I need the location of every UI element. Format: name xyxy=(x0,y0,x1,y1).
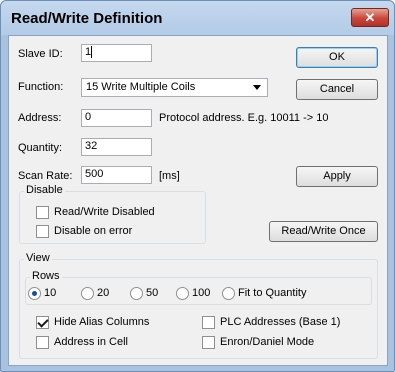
enron-daniel-mode-label[interactable]: Enron/Daniel Mode xyxy=(220,336,314,348)
close-icon: ✕ xyxy=(364,10,376,25)
chevron-down-icon xyxy=(253,85,261,90)
cancel-button[interactable]: Cancel xyxy=(296,79,378,100)
dialog-window: Read/Write Definition ✕ Slave ID: 1 OK F… xyxy=(0,0,395,372)
quantity-input[interactable]: 32 xyxy=(81,138,152,156)
disable-group-title: Disable xyxy=(24,184,65,196)
view-group-title: View xyxy=(24,252,52,264)
function-value: 15 Write Multiple Coils xyxy=(86,81,196,93)
view-group: View Rows 10 20 50 100 Fit to Quantity H… xyxy=(19,252,378,359)
scan-rate-unit: [ms] xyxy=(159,170,180,182)
read-write-disabled-checkbox[interactable] xyxy=(36,206,49,219)
disable-on-error-label[interactable]: Disable on error xyxy=(54,225,132,237)
read-write-once-button[interactable]: Read/Write Once xyxy=(269,221,378,242)
dialog-title: Read/Write Definition xyxy=(11,10,163,27)
disable-group: Disable Read/Write Disabled Disable on e… xyxy=(19,184,206,244)
ok-button[interactable]: OK xyxy=(296,47,378,68)
rows-group-title: Rows xyxy=(30,270,62,282)
scan-rate-label: Scan Rate: xyxy=(18,170,73,182)
rows-100-radio[interactable] xyxy=(176,287,189,300)
dialog-body: Slave ID: 1 OK Function: 15 Write Multip… xyxy=(8,35,388,366)
rows-100-label[interactable]: 100 xyxy=(192,287,210,299)
rows-20-radio[interactable] xyxy=(81,287,94,300)
close-button[interactable]: ✕ xyxy=(351,8,389,27)
disable-on-error-checkbox[interactable] xyxy=(36,225,49,238)
quantity-label: Quantity: xyxy=(18,142,63,154)
function-label: Function: xyxy=(18,81,64,93)
rows-50-radio[interactable] xyxy=(130,287,143,300)
address-in-cell-checkbox[interactable] xyxy=(36,336,49,349)
address-label: Address: xyxy=(18,112,62,124)
rows-20-label[interactable]: 20 xyxy=(97,287,109,299)
enron-daniel-mode-checkbox[interactable] xyxy=(202,336,215,349)
hide-alias-columns-label[interactable]: Hide Alias Columns xyxy=(54,316,149,328)
function-select[interactable]: 15 Write Multiple Coils xyxy=(81,78,268,97)
rows-fit-to-quantity-radio[interactable] xyxy=(222,287,235,300)
read-write-disabled-label[interactable]: Read/Write Disabled xyxy=(54,206,155,218)
rows-10-radio[interactable] xyxy=(28,287,41,300)
title-bar[interactable]: Read/Write Definition ✕ xyxy=(1,1,394,35)
address-input[interactable]: 0 xyxy=(81,109,152,127)
hide-alias-columns-checkbox[interactable] xyxy=(36,316,49,329)
scan-rate-input[interactable]: 500 xyxy=(81,166,152,184)
slave-id-input[interactable]: 1 xyxy=(81,44,152,62)
address-hint: Protocol address. E.g. 10011 -> 10 xyxy=(159,112,329,124)
rows-50-label[interactable]: 50 xyxy=(146,287,158,299)
plc-addresses-label[interactable]: PLC Addresses (Base 1) xyxy=(220,316,340,328)
rows-fit-to-quantity-label[interactable]: Fit to Quantity xyxy=(238,287,306,299)
address-in-cell-label[interactable]: Address in Cell xyxy=(54,336,128,348)
plc-addresses-checkbox[interactable] xyxy=(202,316,215,329)
apply-button[interactable]: Apply xyxy=(296,166,378,187)
slave-id-label: Slave ID: xyxy=(18,48,63,60)
rows-group: Rows 10 20 50 100 Fit to Quantity xyxy=(25,270,372,305)
rows-10-label[interactable]: 10 xyxy=(44,287,56,299)
